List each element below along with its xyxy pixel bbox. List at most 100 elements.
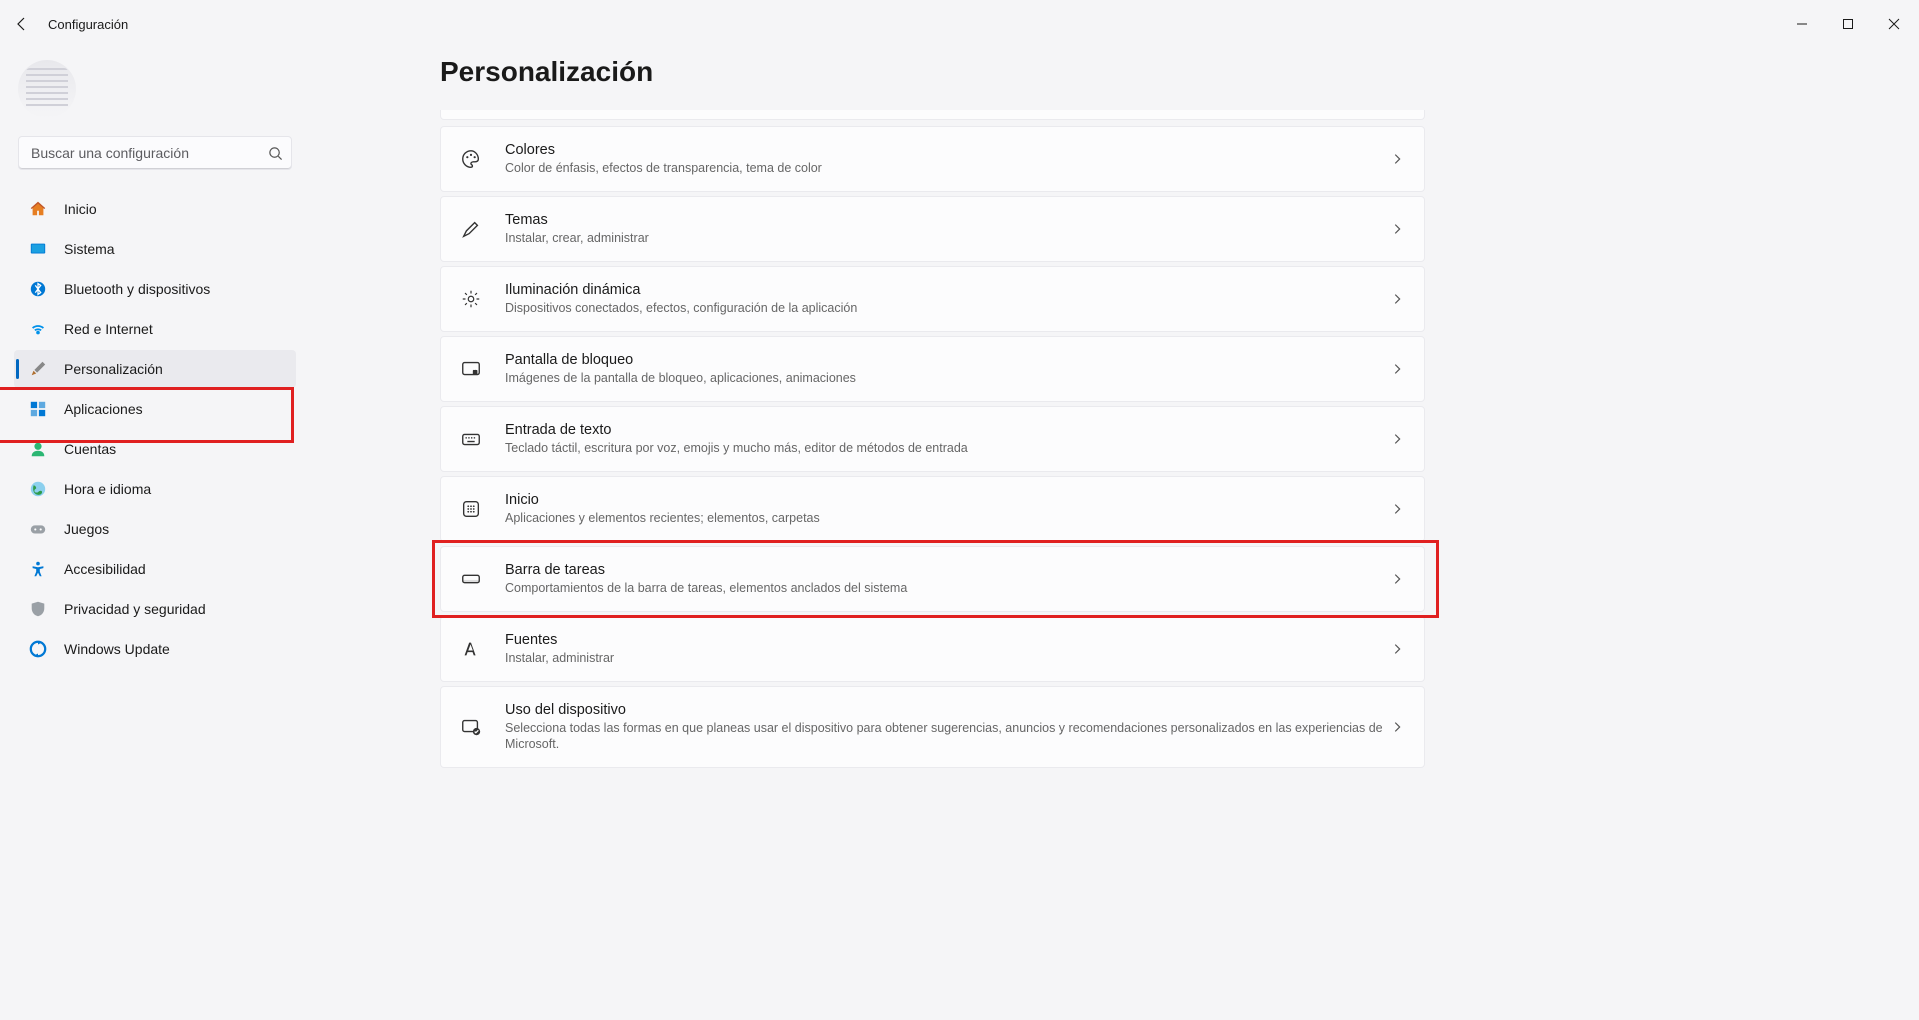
card-sub: Comportamientos de la barra de tareas, e… — [505, 580, 1390, 596]
globe-icon — [28, 479, 48, 499]
nav-label: Sistema — [64, 241, 115, 257]
nav-label: Inicio — [64, 201, 97, 217]
card-fonts[interactable]: Fuentes Instalar, administrar — [440, 616, 1425, 682]
update-icon — [28, 639, 48, 659]
start-icon — [457, 495, 485, 523]
card-title: Uso del dispositivo — [505, 702, 1390, 718]
nav: Inicio Sistema Bluetooth y dispositivos … — [12, 190, 298, 668]
close-icon — [1888, 18, 1900, 30]
card-title: Inicio — [505, 492, 1390, 508]
brush-icon — [28, 359, 48, 379]
card-title: Temas — [505, 212, 1390, 228]
minimize-button[interactable] — [1779, 8, 1825, 40]
titlebar: Configuración — [0, 0, 1919, 48]
nav-label: Personalización — [64, 361, 163, 377]
chevron-right-icon — [1390, 642, 1404, 656]
nav-bluetooth[interactable]: Bluetooth y dispositivos — [14, 270, 296, 308]
card-start[interactable]: Inicio Aplicaciones y elementos recientes… — [440, 476, 1425, 542]
nav-windows-update[interactable]: Windows Update — [14, 630, 296, 668]
window-title: Configuración — [48, 17, 128, 32]
person-icon — [28, 439, 48, 459]
card-sub: Aplicaciones y elementos recientes; elem… — [505, 510, 1390, 526]
card-sub: Instalar, administrar — [505, 650, 1390, 666]
nav-label: Privacidad y seguridad — [64, 601, 206, 617]
nav-label: Red e Internet — [64, 321, 153, 337]
card-title: Entrada de texto — [505, 422, 1390, 438]
chevron-right-icon — [1390, 432, 1404, 446]
card-device-usage[interactable]: Uso del dispositivo Selecciona todas las … — [440, 686, 1425, 768]
nav-label: Hora e idioma — [64, 481, 151, 497]
device-check-icon — [457, 713, 485, 741]
user-block[interactable] — [18, 60, 292, 118]
chevron-right-icon — [1390, 502, 1404, 516]
card-sub: Color de énfasis, efectos de transparenc… — [505, 160, 1390, 176]
nav-gaming[interactable]: Juegos — [14, 510, 296, 548]
minimize-icon — [1796, 18, 1808, 30]
card-sub: Teclado táctil, escritura por voz, emoji… — [505, 440, 1390, 456]
nav-privacy[interactable]: Privacidad y seguridad — [14, 590, 296, 628]
card-text-input[interactable]: Entrada de texto Teclado táctil, escritur… — [440, 406, 1425, 472]
card-taskbar[interactable]: Barra de tareas Comportamientos de la bar… — [440, 546, 1425, 612]
nav-accounts[interactable]: Cuentas — [14, 430, 296, 468]
system-icon — [28, 239, 48, 259]
nav-label: Aplicaciones — [64, 401, 143, 417]
chevron-right-icon — [1390, 152, 1404, 166]
nav-system[interactable]: Sistema — [14, 230, 296, 268]
card-title: Colores — [505, 142, 1390, 158]
nav-home[interactable]: Inicio — [14, 190, 296, 228]
arrow-left-icon — [14, 16, 30, 32]
card-dynamic-lighting[interactable]: Iluminación dinámica Dispositivos conecta… — [440, 266, 1425, 332]
nav-label: Cuentas — [64, 441, 116, 457]
card-lock-screen[interactable]: Pantalla de bloqueo Imágenes de la pantal… — [440, 336, 1425, 402]
settings-list: Colores Color de énfasis, efectos de tran… — [440, 110, 1425, 768]
nav-label: Accesibilidad — [64, 561, 146, 577]
sparkle-icon — [457, 285, 485, 313]
gamepad-icon — [28, 519, 48, 539]
chevron-right-icon — [1390, 572, 1404, 586]
nav-accessibility[interactable]: Accesibilidad — [14, 550, 296, 588]
card-title: Fuentes — [505, 632, 1390, 648]
shield-icon — [28, 599, 48, 619]
paintbrush-icon — [457, 215, 485, 243]
card-colors[interactable]: Colores Color de énfasis, efectos de tran… — [440, 126, 1425, 192]
home-icon — [28, 199, 48, 219]
wifi-icon — [28, 319, 48, 339]
search-box[interactable] — [18, 136, 292, 170]
bluetooth-icon — [28, 279, 48, 299]
nav-network[interactable]: Red e Internet — [14, 310, 296, 348]
page-title: Personalización — [440, 56, 1899, 88]
card-sliver — [440, 110, 1425, 120]
maximize-button[interactable] — [1825, 8, 1871, 40]
apps-icon — [28, 399, 48, 419]
card-sub: Selecciona todas las formas en que plane… — [505, 720, 1390, 753]
card-title: Iluminación dinámica — [505, 282, 1390, 298]
search-input[interactable] — [31, 145, 268, 161]
search-icon — [268, 146, 283, 161]
card-sub: Dispositivos conectados, efectos, config… — [505, 300, 1390, 316]
nav-label: Juegos — [64, 521, 109, 537]
nav-label: Windows Update — [64, 641, 170, 657]
accessibility-icon — [28, 559, 48, 579]
lockscreen-icon — [457, 355, 485, 383]
nav-personalization[interactable]: Personalización — [14, 350, 296, 388]
card-title: Pantalla de bloqueo — [505, 352, 1390, 368]
back-button[interactable] — [2, 4, 42, 44]
avatar — [18, 60, 76, 118]
keyboard-icon — [457, 425, 485, 453]
card-themes[interactable]: TemasInstalar, crear, administrar — [440, 196, 1425, 262]
palette-icon — [457, 145, 485, 173]
maximize-icon — [1842, 18, 1854, 30]
main: Personalización Colores Color de énfasis,… — [310, 48, 1919, 1020]
fonts-icon — [457, 635, 485, 663]
nav-time-language[interactable]: Hora e idioma — [14, 470, 296, 508]
sidebar: Inicio Sistema Bluetooth y dispositivos … — [0, 48, 310, 1020]
chevron-right-icon — [1390, 720, 1404, 734]
chevron-right-icon — [1390, 222, 1404, 236]
chevron-right-icon — [1390, 292, 1404, 306]
card-title: Barra de tareas — [505, 562, 1390, 578]
taskbar-icon — [457, 565, 485, 593]
card-sub: Imágenes de la pantalla de bloqueo, apli… — [505, 370, 1390, 386]
close-button[interactable] — [1871, 8, 1917, 40]
nav-apps[interactable]: Aplicaciones — [14, 390, 296, 428]
chevron-right-icon — [1390, 362, 1404, 376]
